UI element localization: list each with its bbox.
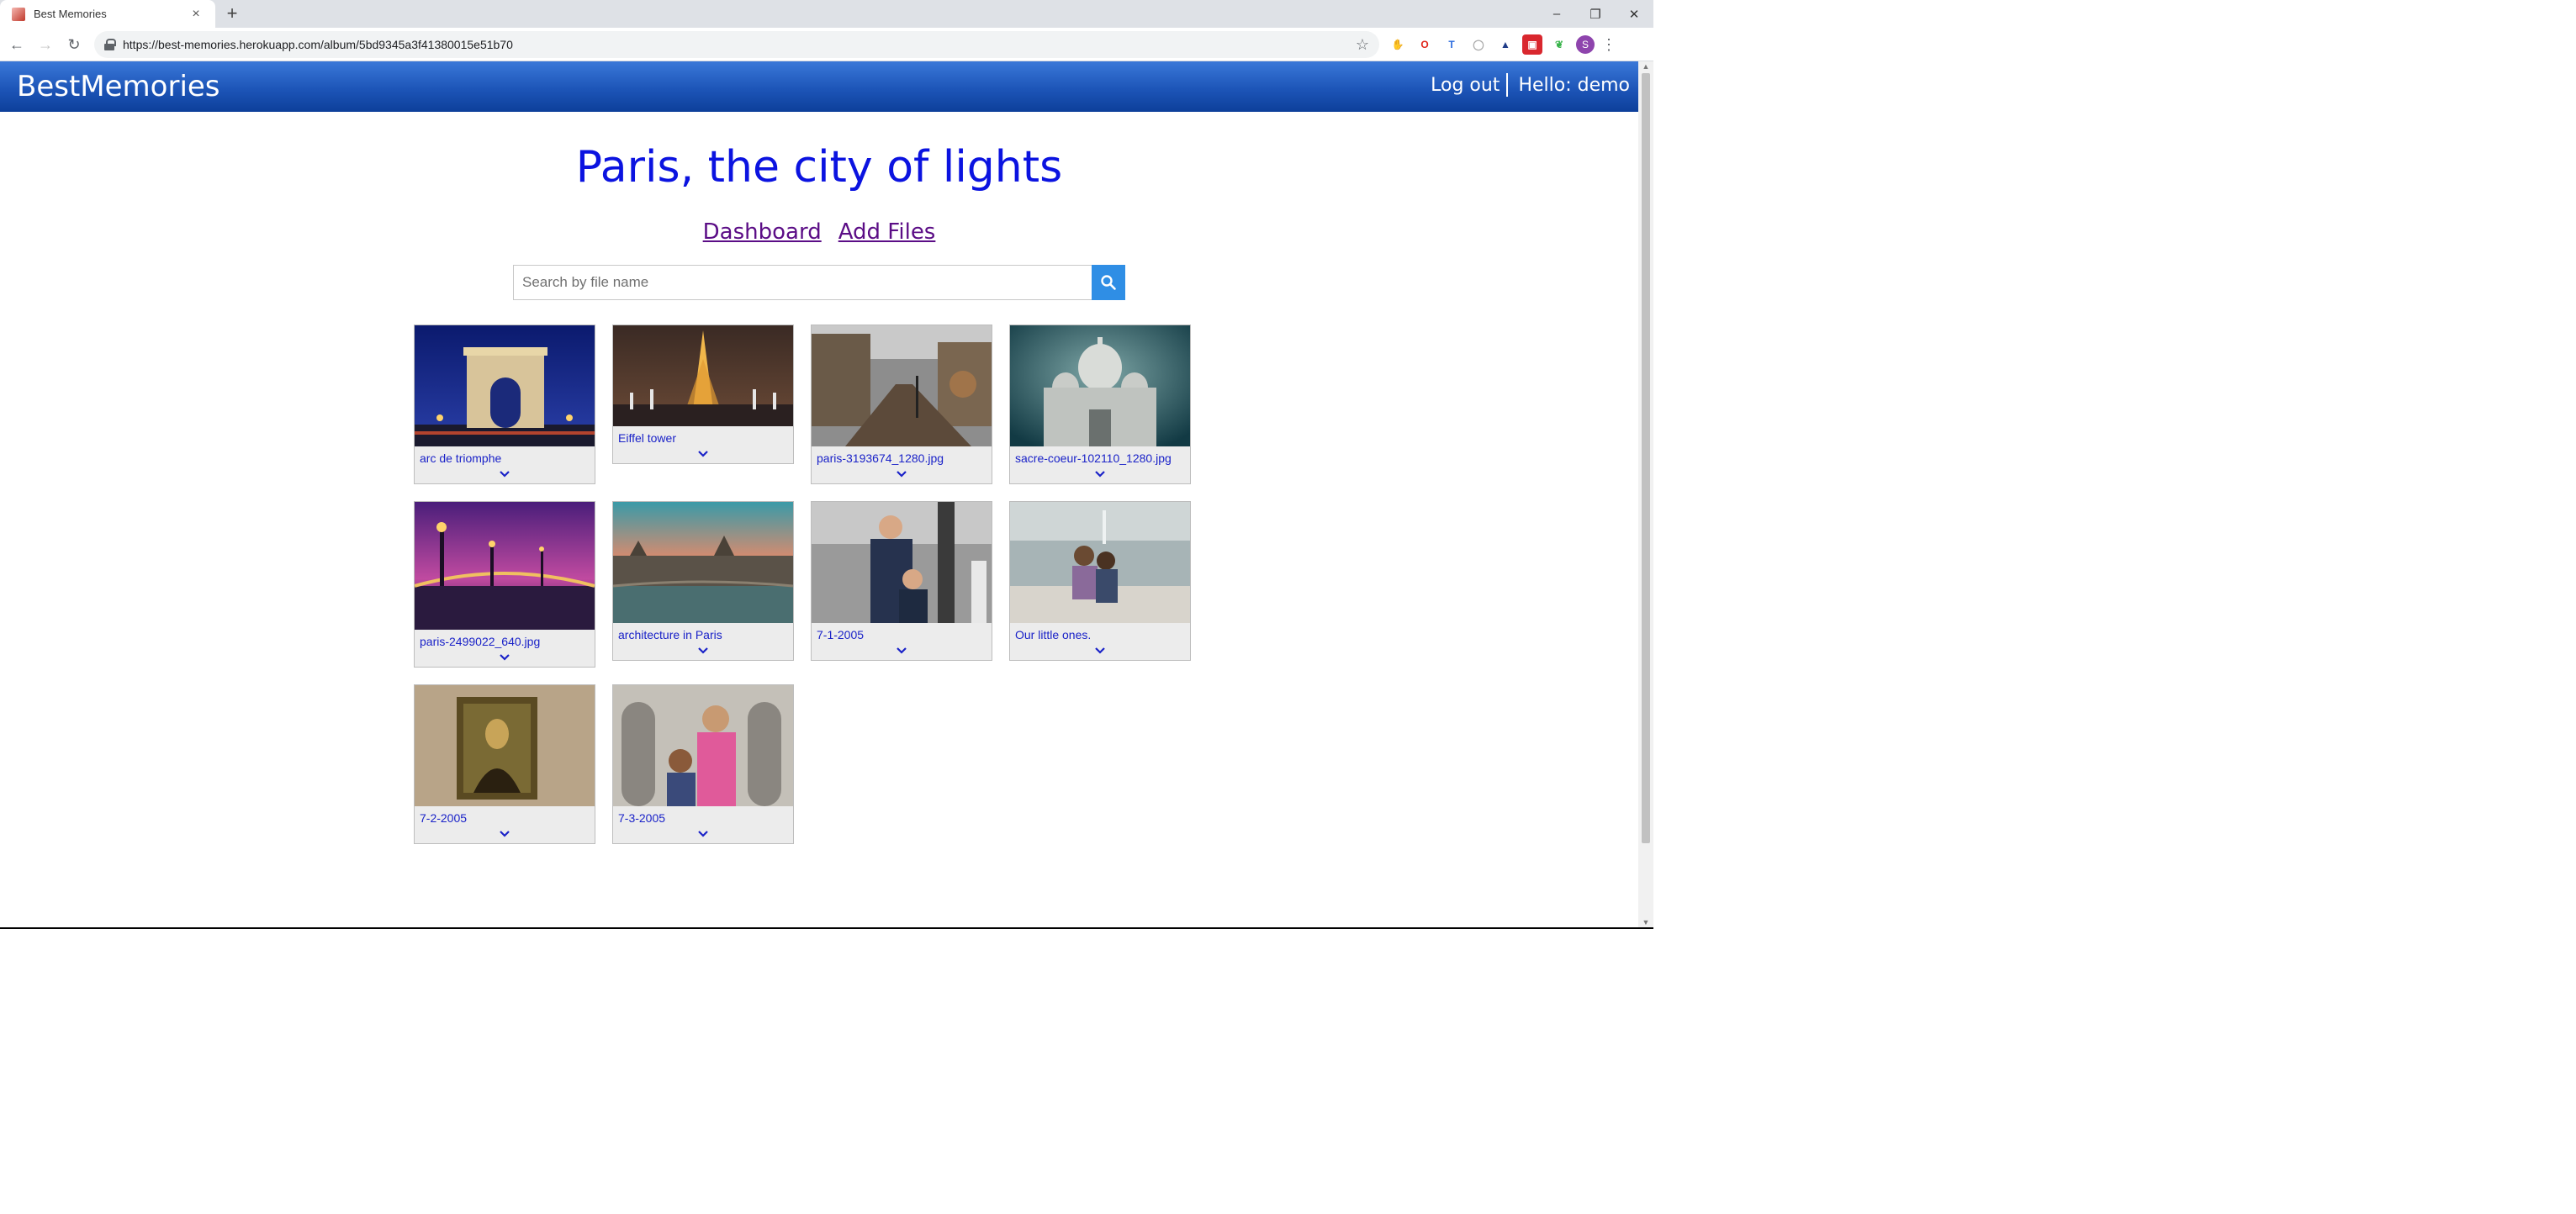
photo-card[interactable]: 7-3-2005: [612, 684, 794, 844]
photo-caption: 7-2-2005: [420, 811, 468, 825]
logout-link[interactable]: Log out: [1431, 75, 1500, 96]
photo-card[interactable]: sacre-coeur-102110_1280.jpg: [1009, 325, 1191, 484]
photo-thumbnail[interactable]: [812, 325, 992, 446]
photo-thumbnail[interactable]: [1010, 325, 1190, 446]
photo-card[interactable]: paris-2499022_640.jpg: [414, 501, 595, 668]
address-url[interactable]: https://best-memories.herokuapp.com/albu…: [123, 38, 1356, 51]
expand-chevron-icon[interactable]: [613, 641, 793, 660]
tab-strip: Best Memories × + – ❐ ✕: [0, 0, 1653, 28]
photo-thumbnail[interactable]: [812, 502, 992, 623]
scrollbar-thumb[interactable]: [1642, 73, 1650, 843]
tab-close-icon[interactable]: ×: [188, 7, 204, 22]
photo-caption: sacre-coeur-102110_1280.jpg: [1015, 451, 1172, 465]
browser-window: Best Memories × + – ❐ ✕ ← → ↻ https://be…: [0, 0, 1653, 929]
bookmark-star-icon[interactable]: ☆: [1356, 36, 1369, 54]
photo-card[interactable]: Our little ones.: [1009, 501, 1191, 661]
photo-card[interactable]: arc de triomphe: [414, 325, 595, 484]
brand-logo[interactable]: BestMemories: [17, 70, 220, 103]
photo-thumbnail[interactable]: [415, 685, 595, 806]
expand-chevron-icon[interactable]: [1010, 465, 1190, 483]
expand-chevron-icon[interactable]: [415, 825, 595, 843]
window-controls: – ❐ ✕: [1537, 0, 1653, 28]
header-user-area: Log out Hello: demo: [1431, 73, 1630, 97]
page-title: Paris, the city of lights: [575, 142, 1063, 193]
search-bar: [513, 265, 1125, 300]
photo-card[interactable]: 7-1-2005: [811, 501, 992, 661]
app-header: BestMemories Log out Hello: demo: [0, 61, 1638, 112]
photo-caption: paris-3193674_1280.jpg: [817, 451, 944, 465]
opera-extension-icon[interactable]: O: [1415, 34, 1435, 55]
browser-toolbar: ← → ↻ https://best-memories.herokuapp.co…: [0, 28, 1653, 61]
window-bottom-border: [0, 927, 1653, 929]
header-divider: [1506, 73, 1509, 97]
page-scrollbar[interactable]: ▲ ▼: [1638, 61, 1653, 927]
photo-caption: Eiffel tower: [618, 431, 676, 445]
expand-chevron-icon[interactable]: [613, 445, 793, 463]
photo-thumbnail[interactable]: [415, 502, 595, 630]
photo-card[interactable]: Eiffel tower: [612, 325, 794, 464]
album-links: Dashboard Add Files: [0, 219, 1638, 245]
dashboard-link[interactable]: Dashboard: [703, 219, 822, 245]
photo-grid: arc de triomphe Eiffel tower paris-31936…: [414, 325, 1201, 844]
tab-title: Best Memories: [34, 8, 107, 20]
photo-caption: architecture in Paris: [618, 628, 722, 641]
browser-menu-icon[interactable]: ⋮: [1601, 36, 1616, 54]
new-tab-button[interactable]: +: [222, 4, 242, 24]
site-favicon-icon: [12, 7, 25, 21]
photo-caption: 7-3-2005: [618, 811, 666, 825]
restore-button[interactable]: ❐: [1576, 0, 1615, 28]
back-button[interactable]: ←: [7, 34, 27, 55]
expand-chevron-icon[interactable]: [812, 641, 992, 660]
photo-thumbnail[interactable]: [613, 325, 793, 426]
search-icon: [1101, 275, 1116, 290]
translate-extension-icon[interactable]: T: [1441, 34, 1462, 55]
scroll-down-arrow-icon[interactable]: ▼: [1638, 917, 1653, 927]
pdf-extension-icon[interactable]: ▣: [1522, 34, 1542, 55]
forward-button[interactable]: →: [35, 34, 56, 55]
add-files-link[interactable]: Add Files: [838, 219, 936, 245]
extensions-area: ✋ O T ◯ ▲ ▣ ❦ S ⋮: [1388, 34, 1616, 55]
extension-blank-icon[interactable]: ◯: [1468, 34, 1489, 55]
photo-card[interactable]: 7-2-2005: [414, 684, 595, 844]
expand-chevron-icon[interactable]: [812, 465, 992, 483]
leaf-extension-icon[interactable]: ❦: [1549, 34, 1569, 55]
photo-card[interactable]: architecture in Paris: [612, 501, 794, 661]
photo-card[interactable]: paris-3193674_1280.jpg: [811, 325, 992, 484]
photo-thumbnail[interactable]: [613, 685, 793, 806]
photo-thumbnail[interactable]: [1010, 502, 1190, 623]
expand-chevron-icon[interactable]: [1010, 641, 1190, 660]
page-viewport: BestMemories Log out Hello: demo Paris, …: [0, 61, 1638, 927]
scroll-up-arrow-icon[interactable]: ▲: [1638, 61, 1653, 71]
lock-icon: [104, 39, 116, 50]
search-button[interactable]: [1092, 265, 1125, 300]
search-input[interactable]: [513, 265, 1092, 300]
minimize-button[interactable]: –: [1537, 0, 1576, 28]
triangle-extension-icon[interactable]: ▲: [1495, 34, 1515, 55]
photo-caption: arc de triomphe: [420, 451, 502, 465]
reload-button[interactable]: ↻: [64, 34, 84, 55]
extension-hand-icon[interactable]: ✋: [1388, 34, 1408, 55]
profile-avatar[interactable]: S: [1576, 35, 1595, 54]
photo-thumbnail[interactable]: [415, 325, 595, 446]
expand-chevron-icon[interactable]: [415, 648, 595, 667]
close-window-button[interactable]: ✕: [1615, 0, 1653, 28]
photo-caption: paris-2499022_640.jpg: [420, 635, 541, 648]
user-greeting: Hello: demo: [1518, 74, 1630, 96]
photo-caption: 7-1-2005: [817, 628, 865, 641]
expand-chevron-icon[interactable]: [613, 825, 793, 843]
address-bar[interactable]: https://best-memories.herokuapp.com/albu…: [94, 31, 1379, 58]
photo-caption: Our little ones.: [1015, 628, 1092, 641]
photo-thumbnail[interactable]: [613, 502, 793, 623]
expand-chevron-icon[interactable]: [415, 465, 595, 483]
tab-best-memories[interactable]: Best Memories ×: [0, 0, 215, 28]
